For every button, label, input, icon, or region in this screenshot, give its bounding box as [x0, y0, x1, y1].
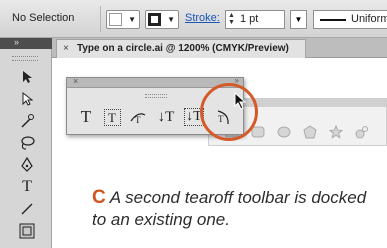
area-type-icon: T	[103, 108, 121, 126]
profile-label: Uniform	[351, 13, 387, 25]
pen-icon	[21, 157, 33, 172]
tools-panel-header[interactable]: »	[0, 37, 52, 49]
area-type-tool[interactable]: T	[101, 106, 123, 128]
star-tool[interactable]	[327, 123, 345, 141]
document-tab[interactable]: × Type on a circle.ai @ 1200% (CMYK/Prev…	[56, 39, 306, 58]
pen-tool[interactable]	[18, 156, 36, 174]
flare-icon	[355, 126, 368, 139]
stroke-swatch	[148, 13, 161, 26]
stepper-arrows-icon[interactable]: ▲ ▼	[228, 12, 236, 26]
control-bar: No Selection ▼ ▼ Stroke: ▲ ▼ 1 pt ▼ Unifo…	[0, 0, 387, 38]
drag-grip[interactable]	[145, 94, 167, 98]
area-type-glyph: T	[108, 109, 116, 125]
drag-grip[interactable]	[12, 56, 38, 61]
variable-width-profile-dropdown[interactable]: Uniform	[313, 10, 387, 29]
rectangle-icon	[19, 223, 35, 239]
direct-selection-tool[interactable]	[18, 90, 36, 108]
svg-text:T: T	[135, 115, 141, 125]
stroke-weight-stepper[interactable]: ▲ ▼ 1 pt	[225, 10, 285, 29]
type-tool[interactable]: T	[18, 178, 36, 196]
chevron-down-icon: ▼	[167, 15, 175, 24]
star-icon	[329, 125, 343, 139]
type-on-path-icon: T	[130, 113, 146, 125]
collapse-icon[interactable]: »	[14, 37, 19, 47]
close-icon[interactable]: ×	[73, 76, 78, 86]
document-tab-bar: × Type on a circle.ai @ 1200% (CMYK/Prev…	[52, 38, 387, 58]
tools-panel: » T	[0, 37, 52, 248]
vertical-type-tool[interactable]: ↓T	[155, 106, 177, 128]
vertical-type-icon: ↓T	[157, 108, 175, 125]
stroke-weight-dropdown[interactable]: ▼	[290, 10, 307, 29]
document-title: Type on a circle.ai @ 1200% (CMYK/Previe…	[77, 43, 289, 54]
uniform-line-icon	[320, 19, 346, 21]
chevron-down-icon: ▼	[128, 15, 136, 24]
stroke-weight-value: 1 pt	[240, 13, 259, 25]
line-segment-icon	[21, 203, 33, 215]
lasso-icon	[21, 136, 35, 150]
polygon-tool[interactable]	[301, 123, 319, 141]
polygon-icon	[303, 125, 317, 139]
magic-wand-icon	[21, 114, 34, 128]
highlight-circle	[200, 83, 258, 141]
divider	[100, 6, 101, 32]
type-icon: T	[80, 107, 92, 126]
magic-wand-tool[interactable]	[18, 112, 36, 130]
ellipse-tool[interactable]	[275, 123, 293, 141]
figure-caption: CA second tearoff toolbar is docked to a…	[92, 187, 382, 231]
pointer-cursor-icon	[234, 92, 247, 110]
selection-status: No Selection	[12, 12, 75, 24]
fill-swatch	[109, 13, 122, 26]
close-tab-icon[interactable]: ×	[63, 43, 69, 54]
type-tool[interactable]: T	[75, 106, 97, 128]
caption-step-letter: C	[92, 187, 106, 208]
fill-color-dropdown[interactable]: ▼	[106, 10, 140, 29]
ellipse-icon	[277, 126, 291, 138]
chevron-down-icon: ▼	[294, 15, 303, 24]
direct-selection-icon	[22, 92, 33, 106]
flare-tool[interactable]	[353, 123, 371, 141]
line-segment-tool[interactable]	[18, 200, 36, 218]
selection-tool[interactable]	[18, 68, 36, 86]
type-on-path-tool[interactable]: T	[127, 106, 149, 128]
lasso-tool[interactable]	[18, 134, 36, 152]
type-icon: T	[22, 178, 32, 195]
selection-arrow-icon	[23, 71, 32, 83]
caption-text: A second tearoff toolbar is docked to an…	[92, 188, 367, 229]
stroke-color-dropdown[interactable]: ▼	[145, 10, 179, 29]
stroke-panel-link[interactable]: Stroke:	[185, 12, 220, 24]
rectangle-tool[interactable]	[18, 222, 36, 240]
